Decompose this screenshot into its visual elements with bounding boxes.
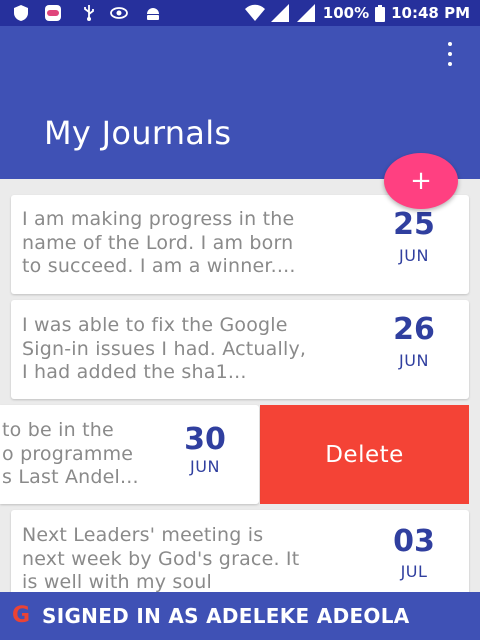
entry-day: 26 bbox=[393, 312, 435, 347]
vpn-icon bbox=[110, 7, 128, 19]
entry-line: is well with my soul bbox=[22, 571, 213, 593]
entry-month: JUN bbox=[399, 246, 429, 265]
android-icon bbox=[147, 8, 159, 20]
journal-entry-text: I was able to fix the Google Sign-in iss… bbox=[22, 314, 306, 385]
clock-text: 10:48 PM bbox=[391, 4, 470, 22]
entry-line: Next Leaders' meeting is bbox=[22, 524, 264, 546]
entry-line: I am making progress in the bbox=[22, 208, 295, 230]
journal-entry-text: to be in the o programme s Last Andel... bbox=[2, 419, 139, 490]
entry-line: Sign-in issues I had. Actually, bbox=[22, 337, 307, 360]
entry-line: name of the Lord. I am born bbox=[22, 231, 294, 254]
google-logo-icon: G bbox=[12, 603, 31, 628]
battery-icon bbox=[375, 4, 386, 22]
battery-text: 100% bbox=[322, 4, 370, 22]
entry-line: next week by God's grace. It bbox=[22, 547, 300, 570]
entry-month: JUL bbox=[400, 562, 428, 581]
usb-icon bbox=[84, 5, 94, 21]
page-title: My Journals bbox=[44, 114, 232, 152]
entry-month: JUN bbox=[399, 351, 429, 370]
journal-entry-text: I am making progress in the name of the … bbox=[22, 208, 296, 279]
shield-icon bbox=[14, 5, 28, 21]
entry-line: o programme bbox=[2, 442, 134, 465]
journal-card-swiped[interactable]: to be in the o programme s Last Andel...… bbox=[0, 405, 259, 504]
signal-icon bbox=[270, 4, 289, 22]
status-bar: 100% 10:48 PM bbox=[0, 0, 480, 26]
journal-entry-text: Next Leaders' meeting is next week by Go… bbox=[22, 524, 299, 595]
entry-day: 25 bbox=[393, 207, 435, 242]
entry-day: 30 bbox=[184, 422, 226, 457]
journal-card[interactable]: I am making progress in the name of the … bbox=[11, 195, 469, 294]
entry-line: to be in the bbox=[2, 419, 114, 441]
entry-month: JUN bbox=[190, 457, 220, 476]
entry-line: s Last Andel... bbox=[2, 466, 139, 488]
more-vert-icon[interactable] bbox=[440, 42, 460, 66]
entry-line: I had added the sha1... bbox=[22, 361, 247, 383]
journal-card[interactable]: I was able to fix the Google Sign-in iss… bbox=[11, 300, 469, 399]
signed-in-banner: G SIGNED IN AS ADELEKE ADEOLA bbox=[0, 592, 480, 640]
delete-button[interactable]: Delete bbox=[260, 405, 469, 504]
signed-in-text: SIGNED IN AS ADELEKE ADEOLA bbox=[42, 604, 410, 628]
entry-line: to succeed. I am a winner.... bbox=[22, 255, 296, 277]
entry-day: 03 bbox=[393, 524, 435, 559]
signal-icon-2 bbox=[296, 4, 315, 22]
wifi-icon bbox=[244, 4, 265, 21]
add-journal-button[interactable]: + bbox=[384, 153, 458, 209]
game-controller-icon bbox=[45, 5, 61, 21]
entry-line: I was able to fix the Google bbox=[22, 314, 288, 336]
